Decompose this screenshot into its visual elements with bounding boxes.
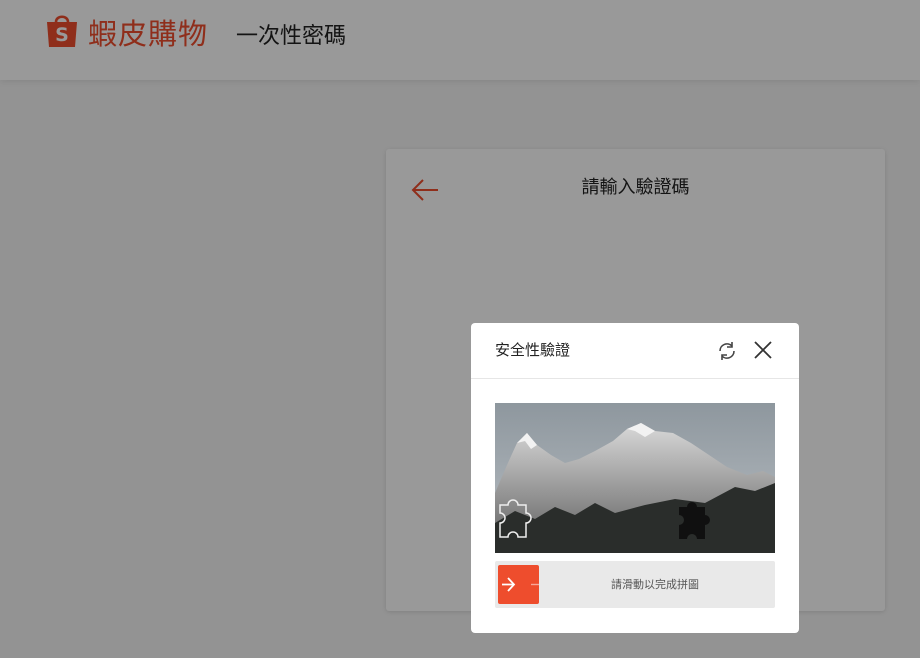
slider-hint: 請滑動以完成拼圖 <box>611 578 699 591</box>
refresh-icon[interactable] <box>715 339 739 363</box>
captcha-header: 安全性驗證 <box>471 323 799 379</box>
close-icon[interactable] <box>753 340 773 360</box>
captcha-title: 安全性驗證 <box>495 341 571 359</box>
arrow-right-icon <box>502 577 539 592</box>
puzzle-image <box>495 403 775 553</box>
security-captcha-dialog: 安全性驗證 請滑動以完成拼圖 <box>471 323 799 633</box>
slider-track[interactable]: 請滑動以完成拼圖 <box>495 561 775 608</box>
slider-handle[interactable] <box>498 565 539 604</box>
